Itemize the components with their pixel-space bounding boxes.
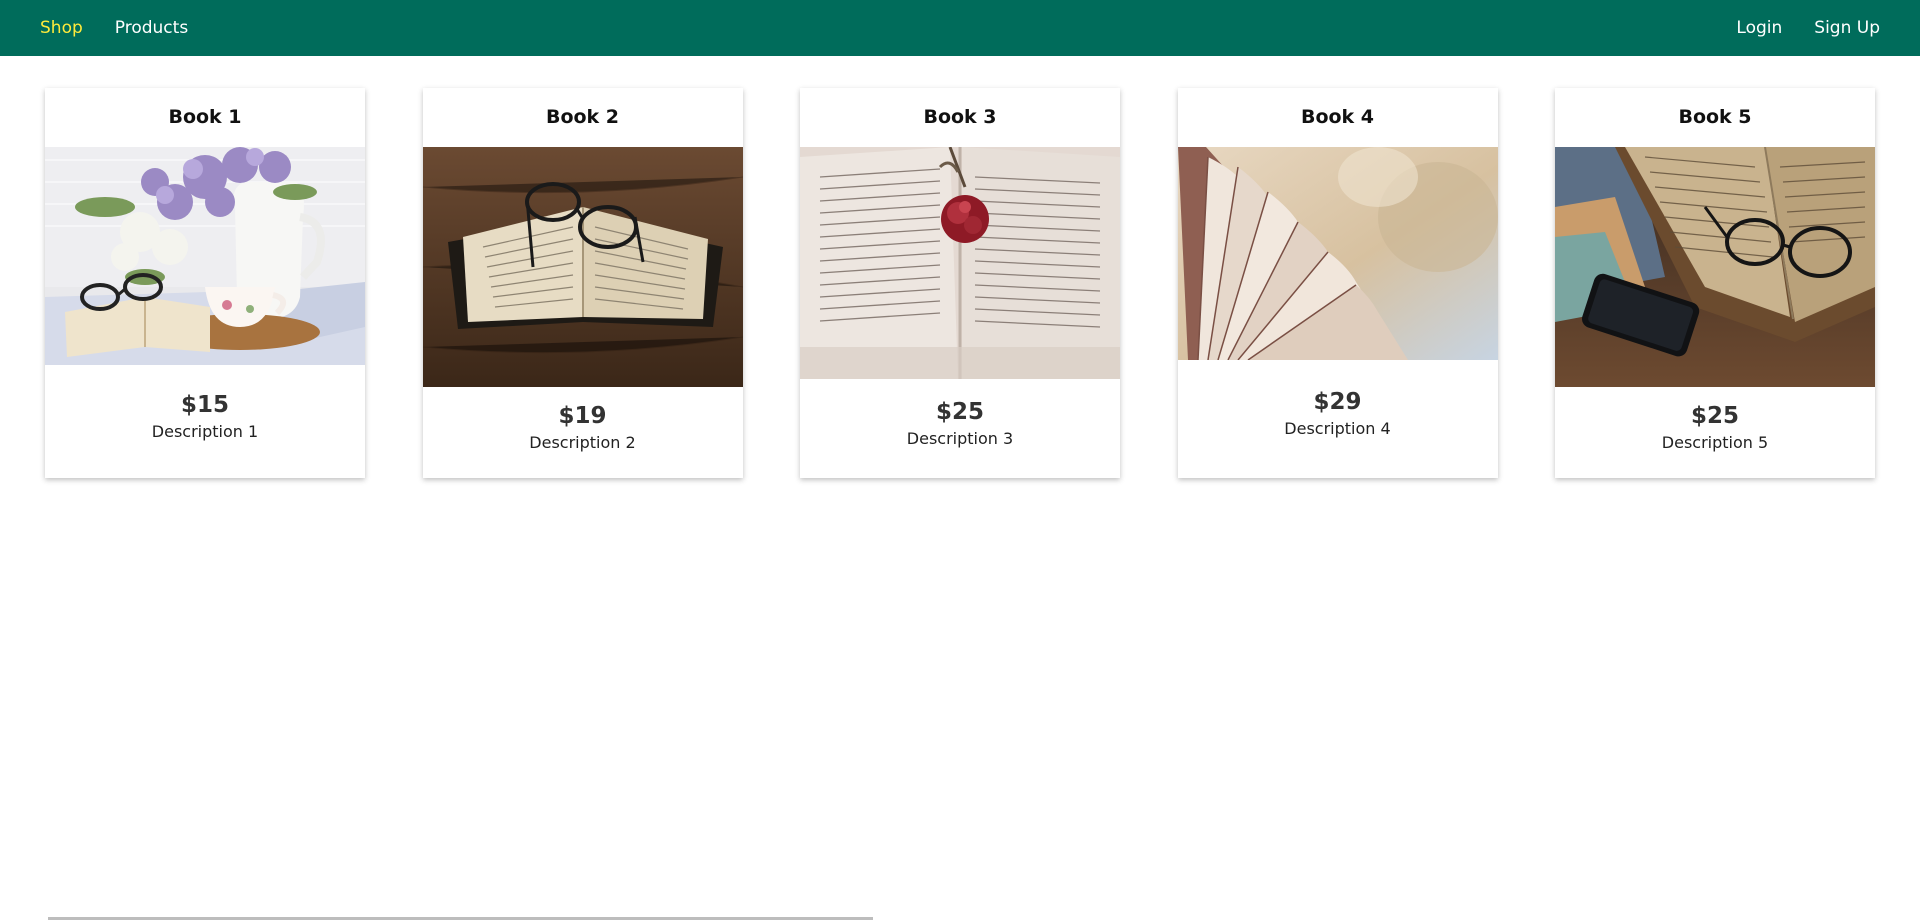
product-body: $15 Description 1	[152, 365, 258, 478]
nav-link-products[interactable]: Products	[115, 18, 188, 38]
nav-link-sign-up[interactable]: Sign Up	[1814, 18, 1880, 38]
product-card[interactable]: Book 4 $29 Description 4	[1177, 88, 1498, 478]
product-description: Description 5	[1661, 432, 1769, 452]
product-description: Description 4	[1284, 419, 1391, 438]
product-grid: Book 1 $15 Description 1 Book 2 $19 Desc…	[45, 88, 1875, 478]
product-card[interactable]: Book 3 $25 Description 3	[800, 88, 1120, 478]
product-price: $25	[1690, 402, 1739, 429]
top-navbar: Shop Products Login Sign Up	[0, 0, 1920, 56]
product-body: $29 Description 4	[1284, 360, 1390, 478]
product-image	[45, 147, 365, 365]
product-price: $29	[1313, 389, 1362, 415]
product-card[interactable]: Book 2 $19 Description 2	[422, 88, 743, 478]
product-image	[1555, 147, 1875, 387]
product-card[interactable]: Book 5 $25 Description 5	[1555, 88, 1875, 478]
product-title: Book 5	[1678, 106, 1752, 128]
product-description: Description 1	[151, 421, 259, 441]
product-image	[800, 147, 1120, 379]
product-description: Description 2	[529, 432, 636, 452]
product-description: Description 3	[906, 428, 1014, 448]
nav-link-shop[interactable]: Shop	[40, 18, 83, 38]
nav-link-login[interactable]: Login	[1736, 18, 1782, 38]
product-title: Book 4	[1300, 106, 1375, 128]
product-price: $19	[558, 402, 607, 429]
product-card[interactable]: Book 1 $15 Description 1	[45, 88, 365, 478]
product-price: $15	[180, 391, 229, 418]
product-price: $25	[935, 398, 984, 425]
product-body: $25 Description 5	[1662, 387, 1768, 478]
product-body: $19 Description 2	[529, 387, 635, 478]
product-image	[422, 147, 743, 387]
product-body: $25 Description 3	[907, 379, 1013, 478]
product-title: Book 2	[545, 106, 620, 128]
product-image	[1177, 147, 1498, 360]
product-title: Book 3	[923, 106, 997, 128]
product-title: Book 1	[168, 106, 242, 128]
nav-right-group: Login Sign Up	[1736, 18, 1880, 38]
nav-left-group: Shop Products	[40, 18, 188, 38]
